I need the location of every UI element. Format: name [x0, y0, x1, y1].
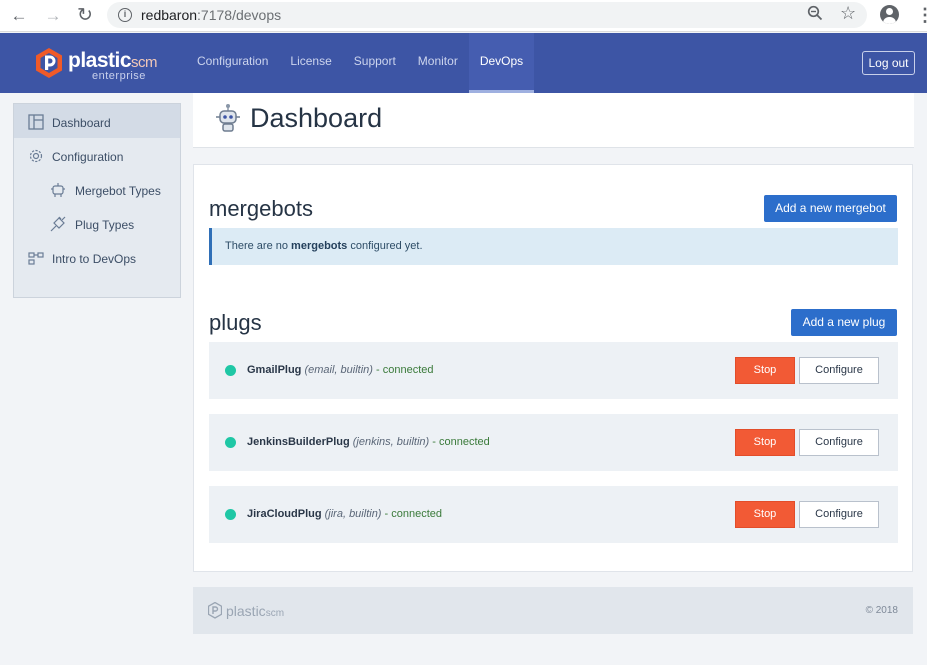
- add-mergebot-button[interactable]: Add a new mergebot: [764, 195, 897, 222]
- plug-status: - connected: [376, 364, 434, 376]
- zoom-icon[interactable]: [807, 5, 823, 25]
- list-item: JenkinsBuilderPlug (jenkins, builtin) - …: [209, 414, 898, 471]
- add-plug-button[interactable]: Add a new plug: [791, 309, 897, 336]
- page-footer: plasticscm © 2018: [193, 587, 913, 634]
- plug-name: JiraCloudPlug: [247, 508, 322, 520]
- plug-status: - connected: [384, 508, 443, 520]
- main-panel: mergebots Add a new mergebot There are n…: [193, 164, 913, 572]
- plastic-logo-mark-icon: [36, 48, 62, 78]
- copyright-text: © 2018: [865, 605, 898, 616]
- robot-icon: [216, 104, 240, 132]
- dashboard-icon: [28, 114, 44, 130]
- url-host: redbaron: [141, 7, 198, 23]
- list-item: JiraCloudPlug (jira, builtin) - connecte…: [209, 486, 898, 543]
- plug-icon: [50, 216, 66, 232]
- tab-support[interactable]: Support: [343, 33, 407, 93]
- notice-bold-text: mergebots: [291, 240, 348, 252]
- logout-button[interactable]: Log out: [862, 51, 915, 75]
- bookmark-star-icon[interactable]: ☆: [840, 3, 856, 24]
- top-navigation: Configuration License Support Monitor De…: [186, 33, 535, 93]
- stop-button[interactable]: Stop: [735, 429, 795, 456]
- connected-status-dot: [225, 437, 236, 448]
- connected-status-dot: [225, 509, 236, 520]
- tab-configuration[interactable]: Configuration: [186, 33, 279, 93]
- robot-icon: [51, 183, 65, 197]
- plug-tags: (jira, builtin): [324, 508, 382, 520]
- sidebar-item-plug-types[interactable]: Plug Types: [14, 206, 180, 240]
- footer-logo-main: plastic: [226, 603, 266, 619]
- plug-description: GmailPlug (email, builtin) - connected: [247, 364, 433, 376]
- sidebar-item-label: Plug Types: [75, 218, 135, 232]
- plugs-heading: plugs: [209, 310, 262, 335]
- no-mergebots-notice: There are no mergebots configured yet.: [209, 228, 898, 265]
- address-bar[interactable]: i redbaron:7178/devops ☆: [107, 2, 867, 28]
- sidebar-item-label: Mergebot Types: [75, 184, 161, 198]
- notice-text: There are no: [225, 240, 292, 252]
- stop-button[interactable]: Stop: [735, 501, 795, 528]
- configure-button[interactable]: Configure: [799, 357, 879, 384]
- stop-button[interactable]: Stop: [735, 357, 795, 384]
- sidebar-item-dashboard[interactable]: Dashboard: [14, 104, 180, 138]
- page-title: Dashboard: [250, 103, 383, 133]
- flow-icon: [28, 252, 44, 265]
- tab-license[interactable]: License: [279, 33, 342, 93]
- tab-monitor[interactable]: Monitor: [407, 33, 469, 93]
- sidebar-item-label: Intro to DevOps: [52, 252, 137, 266]
- page-header: Dashboard: [193, 93, 914, 148]
- plug-name: JenkinsBuilderPlug: [247, 436, 350, 448]
- tab-devops[interactable]: DevOps: [468, 33, 535, 93]
- sidebar-item-mergebot-types[interactable]: Mergebot Types: [14, 172, 180, 206]
- sidebar-item-configuration[interactable]: Configuration: [14, 138, 180, 172]
- configure-button[interactable]: Configure: [799, 429, 879, 456]
- browser-menu-icon[interactable]: ⋮: [916, 4, 927, 26]
- gear-icon: [29, 149, 43, 163]
- logo-main-text: plastic: [68, 49, 132, 72]
- sidebar-item-intro-devops[interactable]: Intro to DevOps: [14, 240, 180, 274]
- footer-logo-scm: scm: [265, 608, 285, 619]
- reload-icon[interactable]: ↻: [73, 4, 97, 28]
- notice-text: configured yet.: [347, 240, 423, 252]
- list-item: GmailPlug (email, builtin) - connected S…: [209, 342, 898, 399]
- browser-toolbar: ← → ↻ i redbaron:7178/devops ☆ ⋮: [0, 0, 927, 32]
- connected-status-dot: [225, 365, 236, 376]
- url-text[interactable]: redbaron:7178/devops: [141, 7, 281, 23]
- plug-description: JiraCloudPlug (jira, builtin) - connecte…: [247, 508, 442, 520]
- account-icon[interactable]: [880, 5, 899, 24]
- app-header: plasticscm enterprise Configuration Lice…: [0, 33, 927, 93]
- configure-button[interactable]: Configure: [799, 501, 879, 528]
- logo-edition-text: enterprise: [92, 70, 146, 82]
- forward-icon[interactable]: →: [41, 4, 65, 28]
- url-path: :7178/devops: [197, 7, 282, 23]
- logo-scm-text: scm: [131, 54, 158, 71]
- sidebar-item-label: Configuration: [52, 150, 124, 164]
- plug-name: GmailPlug: [247, 364, 302, 376]
- footer-wordmark: plasticscm: [226, 603, 284, 619]
- plug-description: JenkinsBuilderPlug (jenkins, builtin) - …: [247, 436, 490, 448]
- plug-status: - connected: [432, 436, 490, 448]
- plastic-logo-mark-icon: [208, 602, 222, 619]
- sidebar-item-label: Dashboard: [52, 116, 111, 130]
- info-icon[interactable]: i: [118, 8, 132, 22]
- sidebar: Dashboard Configuration Mergebot Types P…: [13, 103, 181, 298]
- plug-tags: (email, builtin): [304, 364, 373, 376]
- plug-tags: (jenkins, builtin): [352, 436, 430, 448]
- back-icon[interactable]: ←: [7, 4, 31, 28]
- mergebots-heading: mergebots: [209, 196, 313, 221]
